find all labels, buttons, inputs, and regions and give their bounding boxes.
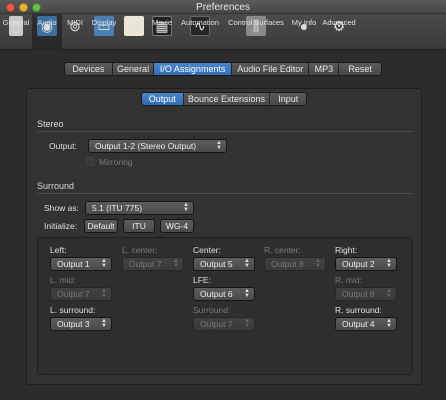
- initialize-wg4-button[interactable]: WG-4: [160, 219, 194, 233]
- stereo-output-label: Output:: [49, 141, 77, 151]
- l-center-channel-select: Output 7 ▲ ▼: [122, 257, 184, 271]
- l-surround-channel-select[interactable]: Output 3 ▲ ▼: [50, 317, 112, 331]
- tab-audio-file-editor[interactable]: Audio File Editor: [231, 63, 310, 75]
- r-center-channel-value: Output 8: [271, 259, 304, 269]
- toolbar-audio[interactable]: ◉ Audio: [32, 14, 62, 50]
- updown-arrows-icon: ▲ ▼: [183, 202, 189, 213]
- updown-arrows-icon: ▲ ▼: [101, 288, 107, 299]
- right-channel-value: Output 2: [342, 259, 375, 269]
- initialize-itu-button[interactable]: ITU: [123, 219, 155, 233]
- center-channel-select[interactable]: Output 5 ▲ ▼: [193, 257, 255, 271]
- mirroring-label: Mirroring: [99, 157, 133, 167]
- l-mid-channel-select: Output 7 ▲ ▼: [50, 287, 112, 301]
- initialize-default-button[interactable]: Default: [84, 219, 118, 233]
- tab-reset[interactable]: Reset: [339, 63, 381, 75]
- tab-io-assignments[interactable]: I/O Assignments: [154, 63, 232, 75]
- surround-channel-value: Output 7: [200, 319, 233, 329]
- toolbar-display[interactable]: ▭ Display: [88, 14, 120, 50]
- show-as-label: Show as:: [44, 203, 79, 213]
- toolbar-label: My Info: [291, 18, 317, 27]
- show-as-value: 5.1 (ITU 775): [92, 203, 143, 213]
- toolbar-label: Automation: [181, 18, 219, 27]
- updown-arrows-icon: ▲ ▼: [386, 258, 392, 269]
- toolbar-my-info[interactable]: ● My Info: [288, 14, 320, 50]
- io-assignments-panel: Output Bounce Extensions Input Stereo Ou…: [26, 88, 422, 385]
- subtab-input[interactable]: Input: [270, 93, 306, 105]
- io-subtabs: Output Bounce Extensions Input: [141, 92, 307, 106]
- toolbar-label: Control Surfaces: [228, 18, 284, 27]
- left-channel-value: Output 1: [57, 259, 90, 269]
- updown-arrows-icon: ▲ ▼: [244, 288, 250, 299]
- updown-arrows-icon: ▲ ▼: [216, 140, 222, 151]
- right-channel-label: Right:: [335, 245, 358, 255]
- r-mid-channel-select: Output 8 ▲ ▼: [335, 287, 397, 301]
- toolbar-advanced[interactable]: ⚙ Advanced: [320, 14, 358, 50]
- toolbar-score[interactable]: ♫ Score: [120, 14, 148, 50]
- subtab-bounce-extensions[interactable]: Bounce Extensions: [183, 93, 271, 105]
- tab-devices[interactable]: Devices: [65, 63, 113, 75]
- mirroring-checkbox[interactable]: [86, 157, 95, 166]
- toolbar-label: MIDI: [67, 18, 83, 27]
- updown-arrows-icon: ▲ ▼: [244, 318, 250, 329]
- r-mid-channel-label: R. mid:: [335, 275, 362, 285]
- stereo-divider: [37, 131, 413, 132]
- stereo-output-value: Output 1-2 (Stereo Output): [95, 141, 197, 151]
- r-center-channel-select: Output 8 ▲ ▼: [264, 257, 326, 271]
- stereo-output-select[interactable]: Output 1-2 (Stereo Output) ▲ ▼: [88, 139, 227, 153]
- center-channel-label: Center:: [193, 245, 221, 255]
- r-mid-channel-value: Output 8: [342, 289, 375, 299]
- updown-arrows-icon: ▲ ▼: [315, 258, 321, 269]
- tab-general[interactable]: General: [112, 63, 155, 75]
- stereo-section-label: Stereo: [37, 119, 64, 129]
- r-surround-channel-select[interactable]: Output 4 ▲ ▼: [335, 317, 397, 331]
- title-bar: Preferences: [0, 0, 446, 14]
- initialize-label: Initialize:: [44, 221, 78, 231]
- preferences-toolbar: ▯ General ◉ Audio ⊚ MIDI ▭ Display ♫ Sco…: [0, 14, 446, 50]
- toolbar-movie[interactable]: ▦ Movie: [148, 14, 176, 50]
- l-surround-channel-value: Output 3: [57, 319, 90, 329]
- surround-divider: [37, 193, 413, 194]
- right-channel-select[interactable]: Output 2 ▲ ▼: [335, 257, 397, 271]
- l-mid-channel-value: Output 7: [57, 289, 90, 299]
- center-channel-value: Output 5: [200, 259, 233, 269]
- lfe-channel-label: LFE:: [193, 275, 211, 285]
- audio-tabs: Devices General I/O Assignments Audio Fi…: [64, 62, 382, 76]
- l-surround-channel-label: L. surround:: [50, 305, 96, 315]
- updown-arrows-icon: ▲ ▼: [101, 258, 107, 269]
- surround-channel-select: Output 7 ▲ ▼: [193, 317, 255, 331]
- preferences-content: Devices General I/O Assignments Audio Fi…: [0, 50, 446, 400]
- r-center-channel-label: R. center:: [264, 245, 301, 255]
- window-title: Preferences: [196, 2, 250, 13]
- toolbar-label: General: [2, 18, 30, 27]
- updown-arrows-icon: ▲ ▼: [386, 288, 392, 299]
- surround-channel-grid: Left: Output 1 ▲ ▼ L. center: Output 7 ▲ ▼…: [37, 237, 413, 375]
- lfe-channel-value: Output 6: [200, 289, 233, 299]
- left-channel-label: Left:: [50, 245, 67, 255]
- lfe-channel-select[interactable]: Output 6 ▲ ▼: [193, 287, 255, 301]
- toolbar-midi[interactable]: ⊚ MIDI: [62, 14, 88, 50]
- toolbar-general[interactable]: ▯ General: [0, 14, 32, 50]
- l-center-channel-value: Output 7: [129, 259, 162, 269]
- r-surround-channel-label: R. surround:: [335, 305, 382, 315]
- toolbar-label: Score: [124, 18, 144, 27]
- updown-arrows-icon: ▲ ▼: [244, 258, 250, 269]
- l-center-channel-label: L. center:: [122, 245, 158, 255]
- toolbar-automation[interactable]: ∿ Automation: [176, 14, 224, 50]
- updown-arrows-icon: ▲ ▼: [173, 258, 179, 269]
- updown-arrows-icon: ▲ ▼: [386, 318, 392, 329]
- subtab-output[interactable]: Output: [142, 93, 184, 105]
- updown-arrows-icon: ▲ ▼: [101, 318, 107, 329]
- toolbar-label: Advanced: [322, 18, 356, 27]
- toolbar-label: Movie: [151, 18, 172, 27]
- surround-channel-label: Surround:: [193, 305, 231, 315]
- surround-section-label: Surround: [37, 181, 75, 191]
- toolbar-control-surfaces[interactable]: ⫼ Control Surfaces: [224, 14, 288, 50]
- left-channel-select[interactable]: Output 1 ▲ ▼: [50, 257, 112, 271]
- r-surround-channel-value: Output 4: [342, 319, 375, 329]
- l-mid-channel-label: L. mid:: [50, 275, 76, 285]
- show-as-select[interactable]: 5.1 (ITU 775) ▲ ▼: [85, 201, 194, 215]
- toolbar-label: Audio: [37, 18, 57, 27]
- toolbar-label: Display: [91, 18, 117, 27]
- tab-mp3[interactable]: MP3: [309, 63, 340, 75]
